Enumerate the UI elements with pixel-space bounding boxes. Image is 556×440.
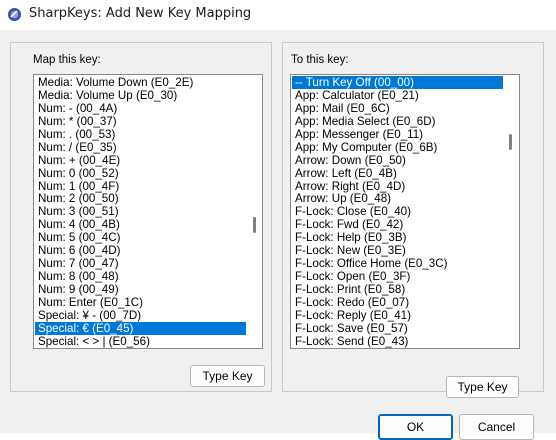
map-this-key-listbox[interactable]: Media: Volume Down (E0_2E) Media: Volume … <box>33 74 263 349</box>
map-this-key-list-item[interactable]: Num: 6 (00_4D) <box>35 244 246 257</box>
to-this-key-list-item[interactable]: F-Lock: Fwd (E0_42) <box>292 218 503 231</box>
right-type-key-button[interactable]: Type Key <box>446 376 519 398</box>
map-this-key-scrollbar-thumb[interactable] <box>253 217 256 233</box>
to-this-key-list-item[interactable]: Arrow: Left (E0_4B) <box>292 167 503 180</box>
to-this-key-list-item[interactable]: App: Mail (E0_6C) <box>292 102 503 115</box>
to-this-key-list-item[interactable]: F-Lock: New (E0_3E) <box>292 244 503 257</box>
to-this-key-list-item[interactable]: F-Lock: Close (E0_40) <box>292 205 503 218</box>
map-this-key-list-item[interactable]: Num: 8 (00_48) <box>35 270 246 283</box>
map-this-key-list-item[interactable]: Num: 7 (00_47) <box>35 257 246 270</box>
to-this-key-list-item[interactable]: F-Lock: Reply (E0_41) <box>292 309 503 322</box>
to-this-key-list-item[interactable]: App: My Computer (E0_6B) <box>292 141 503 154</box>
ok-button[interactable]: OK <box>378 414 453 440</box>
map-this-key-list-item[interactable]: Special: € (E0_45) <box>35 321 246 335</box>
titlebar[interactable]: SharpKeys: Add New Key Mapping <box>0 0 556 30</box>
map-this-key-list-item[interactable]: Num: - (00_4A) <box>35 102 246 115</box>
map-this-key-list-item[interactable]: Num: 2 (00_50) <box>35 192 246 205</box>
map-this-key-list-item[interactable]: Media: Volume Down (E0_2E) <box>35 76 246 89</box>
map-this-key-list-item[interactable]: Num: + (00_4E) <box>35 154 246 167</box>
window-title: SharpKeys: Add New Key Mapping <box>29 6 252 21</box>
map-this-key-list-item[interactable]: Num: 3 (00_51) <box>35 205 246 218</box>
to-this-key-list-item[interactable]: App: Calculator (E0_21) <box>292 89 503 102</box>
dialog-client-area: Map this key: Media: Volume Down (E0_2E)… <box>0 30 556 440</box>
to-this-key-list-item[interactable]: F-Lock: Office Home (E0_3C) <box>292 257 503 270</box>
to-this-key-list-item[interactable]: F-Lock: Print (E0_58) <box>292 283 503 296</box>
map-this-key-list-item[interactable]: Media: Volume Up (E0_30) <box>35 89 246 102</box>
to-this-key-list-item[interactable]: F-Lock: Send (E0_43) <box>292 335 503 348</box>
map-this-key-label: Map this key: <box>33 54 101 66</box>
to-this-key-list-item[interactable]: F-Lock: Open (E0_3F) <box>292 270 503 283</box>
to-this-key-list-item[interactable]: Arrow: Right (E0_4D) <box>292 180 503 193</box>
to-this-key-label: To this key: <box>291 54 349 66</box>
to-this-key-list-item[interactable]: -- Turn Key Off (00_00) <box>292 76 503 89</box>
map-this-key-list-item[interactable]: Special: < > | (E0_56) <box>35 335 246 348</box>
sharpkeys-app-icon <box>8 8 21 21</box>
to-this-key-list-item[interactable]: F-Lock: Save (E0_57) <box>292 322 503 335</box>
to-this-key-scrollbar-thumb[interactable] <box>509 134 512 150</box>
left-type-key-button[interactable]: Type Key <box>190 365 265 387</box>
map-this-key-list-item[interactable]: Num: Enter (E0_1C) <box>35 296 246 309</box>
to-this-key-listbox[interactable]: -- Turn Key Off (00_00) App: Calculator (… <box>290 74 520 349</box>
map-this-key-list-item[interactable]: Num: 1 (00_4F) <box>35 180 246 193</box>
map-this-key-list-item[interactable]: Num: * (00_37) <box>35 115 246 128</box>
to-this-key-items: -- Turn Key Off (00_00) App: Calculator (… <box>292 76 503 348</box>
map-this-key-list-item[interactable]: Num: . (00_53) <box>35 128 246 141</box>
map-this-key-group: Map this key: Media: Volume Down (E0_2E)… <box>10 42 272 392</box>
to-this-key-group: To this key: -- Turn Key Off (00_00) App:… <box>282 42 544 398</box>
map-this-key-list-item[interactable]: Special: ¥ - (00_7D) <box>35 309 246 322</box>
to-this-key-list-item[interactable]: F-Lock: Help (E0_3B) <box>292 231 503 244</box>
map-this-key-list-item[interactable]: Num: / (E0_35) <box>35 141 246 154</box>
map-this-key-list-item[interactable]: Num: 0 (00_52) <box>35 167 246 180</box>
to-this-key-list-item[interactable]: Arrow: Down (E0_50) <box>292 154 503 167</box>
to-this-key-list-item[interactable]: App: Messenger (E0_11) <box>292 128 503 141</box>
cancel-button[interactable]: Cancel <box>459 414 534 440</box>
map-this-key-list-item[interactable]: Num: 5 (00_4C) <box>35 231 246 244</box>
map-this-key-list-item[interactable]: Num: 9 (00_49) <box>35 283 246 296</box>
to-this-key-list-item[interactable]: Arrow: Up (E0_48) <box>292 192 503 205</box>
to-this-key-list-item[interactable]: App: Media Select (E0_6D) <box>292 115 503 128</box>
to-this-key-list-item[interactable]: F-Lock: Redo (E0_07) <box>292 296 503 309</box>
map-this-key-items: Media: Volume Down (E0_2E) Media: Volume … <box>35 76 246 348</box>
map-this-key-list-item[interactable]: Num: 4 (00_4B) <box>35 218 246 231</box>
